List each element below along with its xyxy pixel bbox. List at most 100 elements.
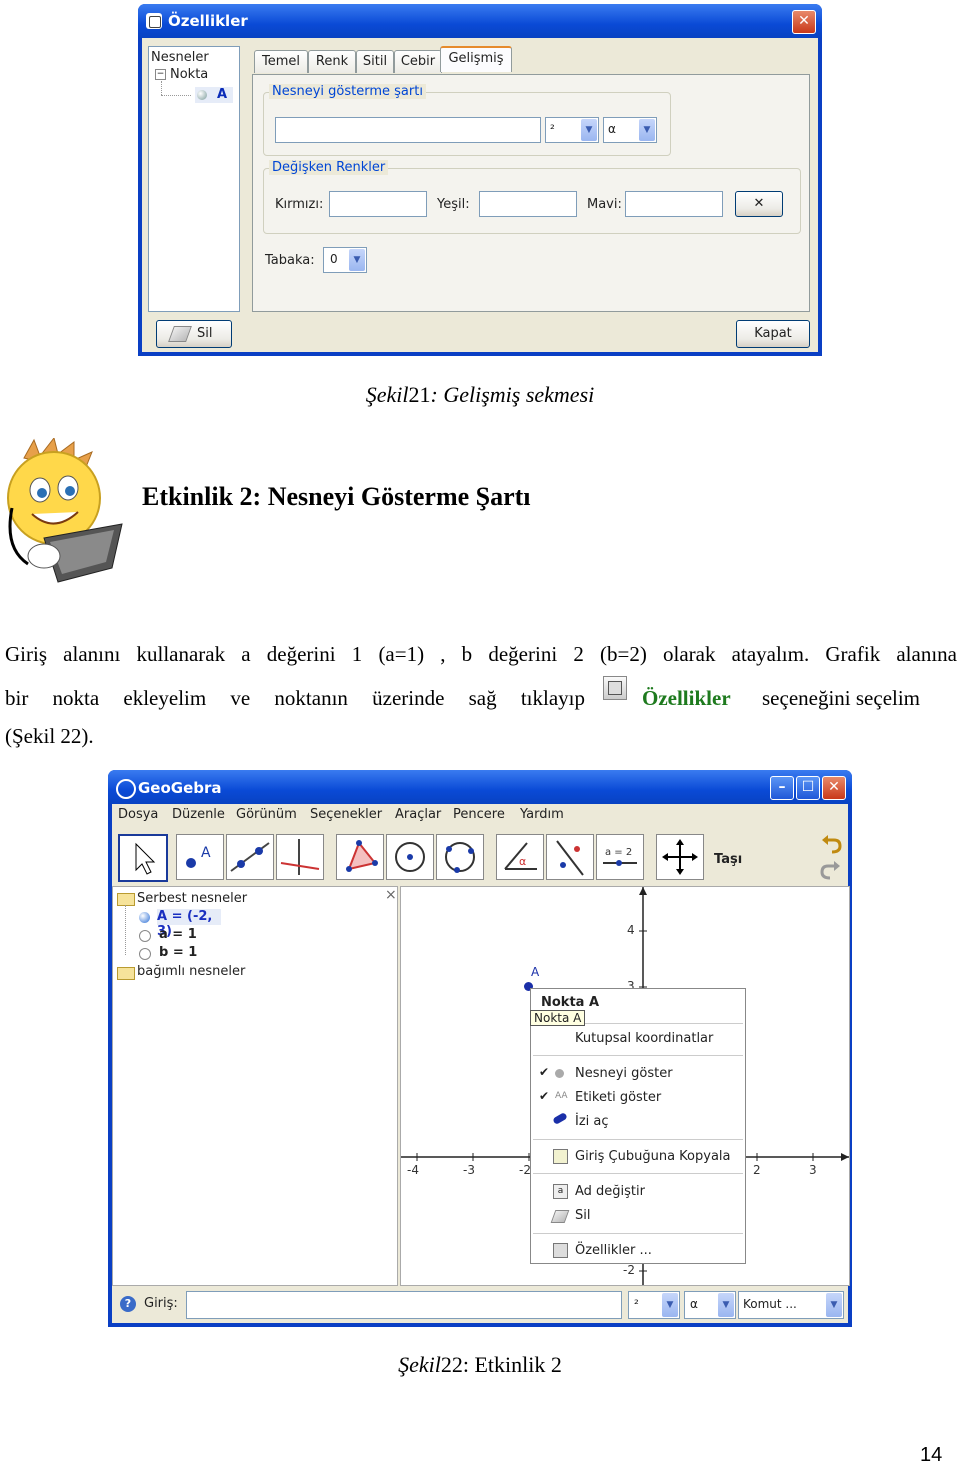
- close-icon[interactable]: ×: [385, 887, 397, 903]
- tree-item-a[interactable]: A: [195, 87, 233, 103]
- close-button[interactable]: Kapat: [736, 320, 810, 348]
- superscript-combo[interactable]: ² ▼: [628, 1291, 680, 1319]
- app-icon: [146, 13, 162, 29]
- visible-toggle-icon[interactable]: [139, 912, 150, 923]
- tool-name-label: Taşı: [714, 852, 743, 867]
- angle-tool-button[interactable]: α: [496, 834, 544, 880]
- tree-group[interactable]: Nokta: [170, 67, 208, 82]
- greek-combo[interactable]: α ▼: [684, 1291, 736, 1319]
- tab-temel[interactable]: Temel: [254, 50, 308, 73]
- instruction-line-1: Giriş alanını kullanarak a değerini 1 (a…: [5, 642, 957, 666]
- help-icon[interactable]: ?: [120, 1296, 136, 1312]
- tab-renk[interactable]: Renk: [308, 50, 356, 73]
- menu-trace-on[interactable]: İzi aç: [575, 1114, 609, 1129]
- maximize-icon[interactable]: ☐: [796, 776, 820, 800]
- gg-title: GeoGebra: [138, 779, 222, 797]
- menu-duzenle[interactable]: Düzenle: [172, 807, 225, 822]
- menu-delete[interactable]: Sil: [575, 1208, 590, 1223]
- menu-yardim[interactable]: Yardım: [520, 807, 564, 822]
- dialog-body: Nesneler − Nokta A Temel Renk Sitil Cebi…: [142, 38, 818, 352]
- page-number: 14: [920, 1444, 943, 1466]
- gg-titlebar: GeoGebra – ☐ ✕: [108, 770, 852, 804]
- menu-araclar[interactable]: Araçlar: [395, 807, 441, 822]
- activity-heading: Etkinlik 2: Nesneyi Gösterme Şartı: [142, 482, 531, 511]
- context-menu-title: Nokta A: [541, 995, 600, 1010]
- show-object-icon: [555, 1069, 564, 1078]
- minimize-icon[interactable]: –: [770, 776, 794, 800]
- folder-icon: [117, 967, 135, 980]
- green-input[interactable]: [479, 191, 577, 217]
- condition-input[interactable]: [275, 117, 541, 143]
- close-icon[interactable]: ✕: [792, 10, 816, 34]
- red-input[interactable]: [329, 191, 427, 217]
- colors-group-label: Değişken Renkler: [269, 160, 389, 175]
- circle-three-points-tool-button[interactable]: [436, 834, 484, 880]
- input-bar: ? Giriş: ² ▼ α ▼ Komut ... ▼: [112, 1288, 848, 1320]
- undo-icon[interactable]: [820, 834, 842, 854]
- redo-icon[interactable]: [820, 860, 842, 880]
- hidden-toggle-icon[interactable]: [139, 930, 151, 942]
- menu-pencere[interactable]: Pencere: [453, 807, 505, 822]
- collapse-icon[interactable]: −: [155, 69, 166, 80]
- menu-dosya[interactable]: Dosya: [118, 807, 158, 822]
- menu-bar: Dosya Düzenle Görünüm Seçenekler Araçlar…: [112, 804, 848, 826]
- green-label: Yeşil:: [437, 197, 470, 212]
- slider-tool-button[interactable]: a = 2: [596, 834, 644, 880]
- algebra-item-b-value[interactable]: b = 1: [159, 945, 197, 960]
- input-field[interactable]: [186, 1291, 622, 1319]
- command-combo[interactable]: Komut ... ▼: [738, 1291, 844, 1319]
- chevron-down-icon: ▼: [349, 249, 365, 271]
- properties-keyword: Özellikler: [642, 686, 731, 710]
- y-tick: -2: [623, 1263, 635, 1277]
- blue-input[interactable]: [625, 191, 723, 217]
- tooltip: Nokta A: [530, 1010, 586, 1026]
- clear-colors-button[interactable]: ✕: [735, 191, 783, 217]
- instruction-line-3: (Şekil 22).: [5, 724, 94, 748]
- menu-copy-to-input[interactable]: Giriş Çubuğuna Kopyala: [575, 1149, 731, 1164]
- dependent-objects-label[interactable]: bağımlı nesneler: [137, 964, 245, 979]
- tab-gelismis[interactable]: Gelişmiş: [440, 46, 512, 72]
- close-icon[interactable]: ✕: [822, 776, 846, 800]
- menu-rename[interactable]: Ad değiştir: [575, 1184, 645, 1199]
- tree-root[interactable]: Nesneler: [151, 50, 209, 65]
- tab-content: Nesneyi gösterme şartı ² ▼ α ▼ Değişken …: [252, 74, 810, 312]
- condition-group-label: Nesneyi gösterme şartı: [269, 84, 426, 99]
- superscript-combo[interactable]: ² ▼: [545, 117, 599, 143]
- point-icon: [197, 90, 207, 100]
- trace-icon: [552, 1111, 568, 1126]
- gg-body: Dosya Düzenle Görünüm Seçenekler Araçlar…: [112, 804, 850, 1323]
- smiley-laptop-icon: [4, 436, 126, 588]
- menu-gorunum[interactable]: Görünüm: [236, 807, 297, 822]
- tab-cebir[interactable]: Cebir: [394, 50, 442, 73]
- chevron-down-icon: ▼: [826, 1293, 842, 1317]
- x-tick: -4: [407, 1163, 419, 1177]
- delete-button[interactable]: Sil: [156, 320, 232, 348]
- menu-properties[interactable]: Özellikler ...: [575, 1243, 652, 1258]
- perpendicular-tool-button[interactable]: [276, 834, 324, 880]
- copy-to-input-icon: [553, 1149, 568, 1164]
- move-view-tool-button[interactable]: [656, 834, 704, 880]
- menu-polar-coordinates[interactable]: Kutupsal koordinatlar: [575, 1031, 713, 1046]
- instruction-line-2-end: seçeneğini seçelim: [762, 686, 921, 710]
- menu-show-object[interactable]: Nesneyi göster: [575, 1066, 673, 1081]
- menu-show-label[interactable]: Etiketi göster: [575, 1090, 661, 1105]
- eraser-icon: [168, 326, 192, 342]
- tab-sitil[interactable]: Sitil: [356, 50, 394, 73]
- free-objects-label[interactable]: Serbest nesneler: [137, 891, 247, 906]
- polygon-tool-button[interactable]: [336, 834, 384, 880]
- hidden-toggle-icon[interactable]: [139, 948, 151, 960]
- object-tree: Nesneler − Nokta A: [148, 46, 240, 312]
- greek-combo[interactable]: α ▼: [603, 117, 657, 143]
- check-icon: ✔: [539, 1065, 550, 1079]
- reflect-tool-button[interactable]: [546, 834, 594, 880]
- dialog-title: Özellikler: [168, 12, 248, 30]
- algebra-item-a[interactable]: A = (-2, 3): [157, 909, 221, 939]
- layer-combo[interactable]: 0 ▼: [323, 247, 367, 273]
- menu-secenekler[interactable]: Seçenekler: [310, 807, 382, 822]
- algebra-item-a-value[interactable]: a = 1: [159, 927, 197, 942]
- line-tool-button[interactable]: [226, 834, 274, 880]
- move-tool-button[interactable]: [118, 834, 168, 882]
- y-tick: 4: [627, 923, 635, 937]
- point-tool-button[interactable]: A: [176, 834, 224, 880]
- circle-tool-button[interactable]: [386, 834, 434, 880]
